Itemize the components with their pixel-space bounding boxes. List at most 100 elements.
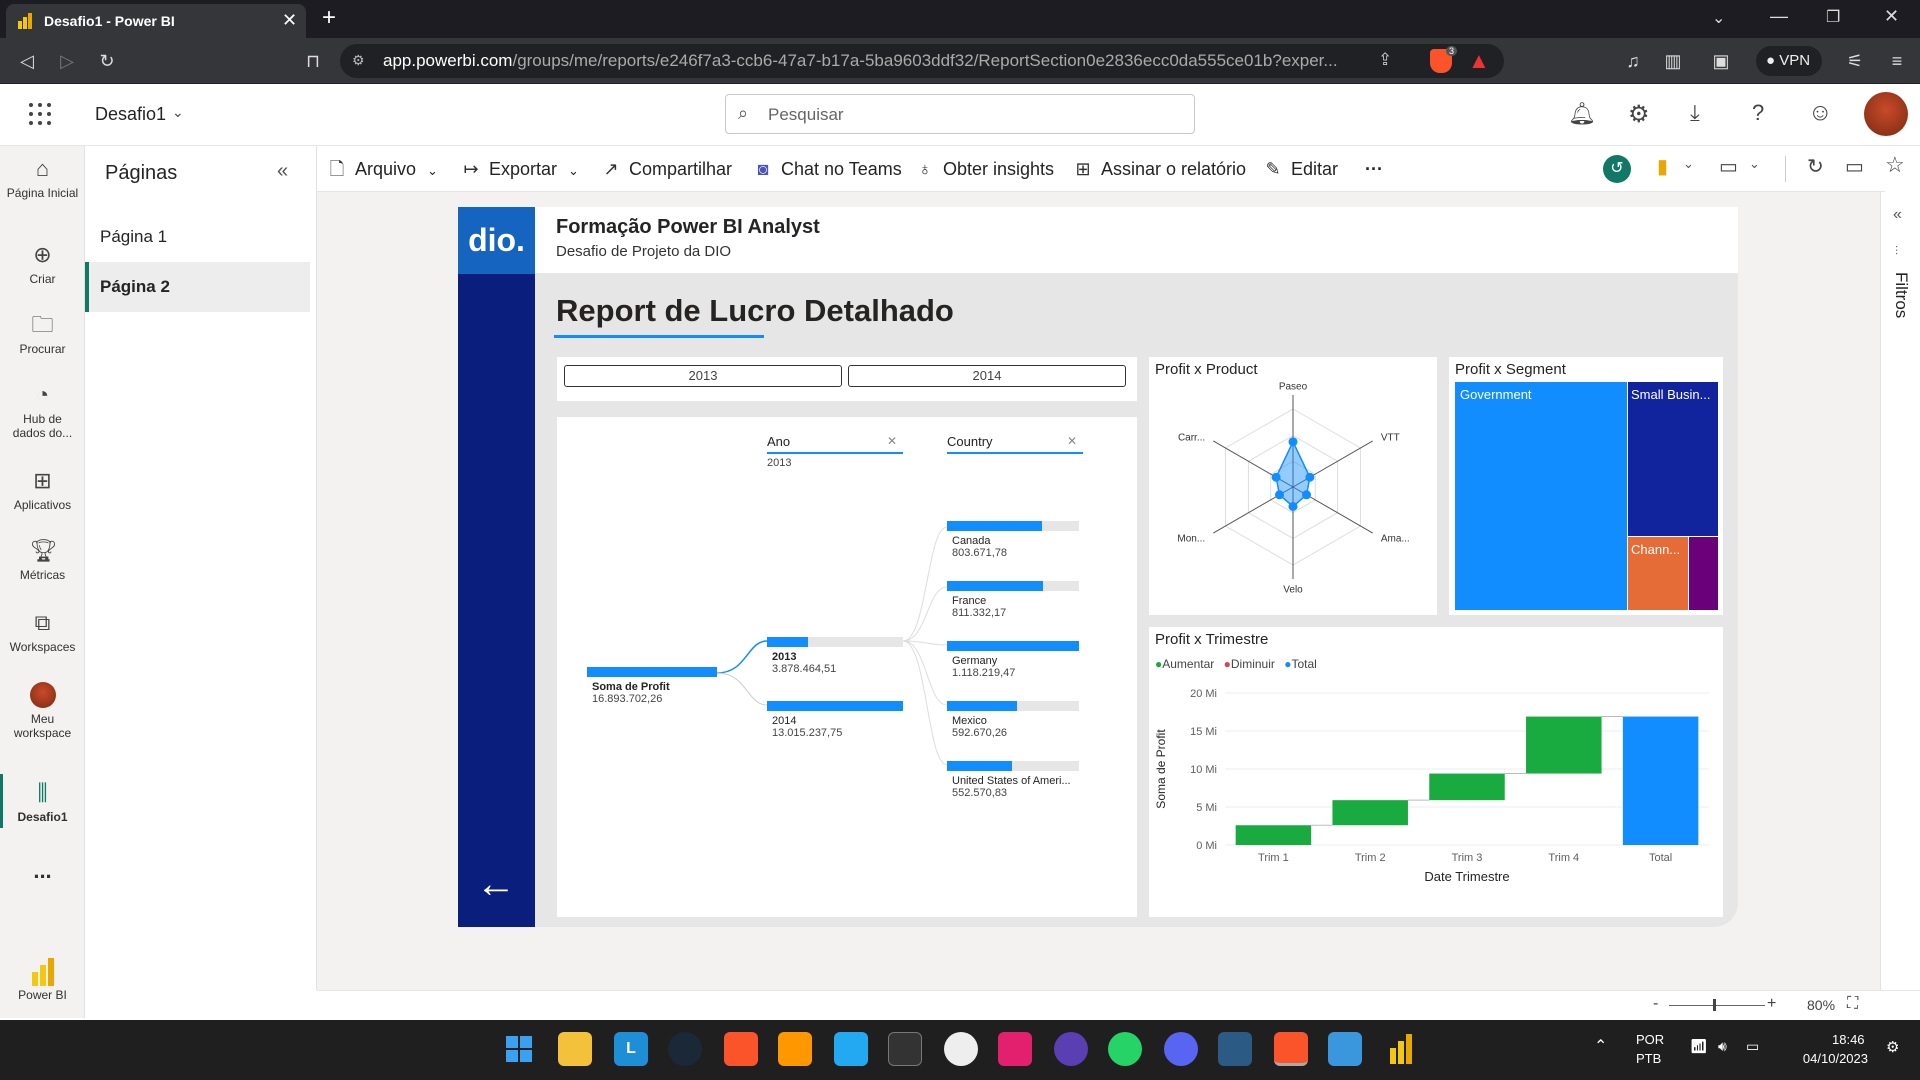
chevron-down-icon[interactable]: ⌄ [1683, 156, 1694, 172]
nav-home[interactable]: ⌂ Página Inicial [0, 156, 85, 200]
waterfall-chart[interactable]: 0 Mi 5 Mi 10 Mi 15 Mi 20 Mi Trim 1 Trim 2 Trim … [1149, 677, 1723, 917]
decomp-country-node[interactable]: France 811.332,17 [947, 581, 1079, 619]
radar-point[interactable] [1288, 437, 1298, 447]
zoom-slider-thumb[interactable] [1713, 999, 1716, 1011]
workspace-name[interactable]: Desafio1 [95, 104, 166, 125]
filters-pane[interactable]: « ⫶ Filtros [1880, 192, 1920, 990]
fit-page-icon[interactable]: ⛶ [1847, 995, 1858, 1013]
notification-center-icon[interactable]: ⚙ [1886, 1038, 1899, 1056]
chevron-down-icon[interactable]: ⌄ [1749, 156, 1760, 172]
wf-total-bar[interactable] [1622, 716, 1699, 845]
zoom-in-icon[interactable]: + [1767, 995, 1776, 1013]
decomp-year-node[interactable]: 2013 3.878.464,51 [767, 637, 903, 675]
radar-point[interactable] [1271, 472, 1281, 482]
forward-icon[interactable]: ▷ [50, 44, 84, 78]
start-icon[interactable] [502, 1032, 536, 1066]
nav-workspaces[interactable]: ⧉ Workspaces [0, 610, 85, 654]
mysql-workbench-icon[interactable] [1218, 1032, 1252, 1066]
radar-point[interactable] [1288, 502, 1298, 511]
avatar[interactable] [1864, 92, 1908, 136]
radar-point[interactable] [1305, 472, 1315, 482]
settings-icon[interactable]: ⚙ [1628, 100, 1650, 129]
page-item-2[interactable]: Página 2 [85, 262, 310, 312]
back-icon[interactable]: ◁ [10, 44, 44, 78]
close-window-icon[interactable]: ✕ [1884, 6, 1899, 27]
keyboard-layout[interactable]: PTB [1636, 1051, 1661, 1066]
insights-button[interactable]: ♁ Obter insights [913, 154, 1054, 184]
treemap-tile-small-business[interactable]: Small Busin... [1628, 382, 1718, 536]
sidebar-icon[interactable]: ▥ [1656, 44, 1690, 78]
share-icon[interactable]: ⇪ [1378, 50, 1392, 70]
app-launcher-icon[interactable] [28, 102, 52, 126]
address-bar[interactable]: ⚙ app.powerbi.com/groups/me/reports/e246… [340, 44, 1504, 78]
nav-browse[interactable]: 🗀 Procurar [0, 312, 85, 356]
site-settings-icon[interactable]: ⚙ [352, 52, 365, 69]
back-arrow-icon[interactable]: ← [476, 862, 516, 907]
decomp-country-node[interactable]: Germany 1.118.219,47 [947, 641, 1079, 679]
feedback-icon[interactable]: ☺ [1808, 99, 1833, 127]
clock-date[interactable]: 04/10/2023 [1788, 1051, 1868, 1066]
treemap-tile-channel[interactable]: Chann... [1628, 537, 1688, 610]
nav-data-hub[interactable]: ◔ Hub de dados do... [0, 382, 85, 440]
discord-icon[interactable] [1164, 1032, 1198, 1066]
decomp-year-node[interactable]: 2014 13.015.237,75 [767, 701, 903, 739]
slicer-button-2013[interactable]: 2013 [564, 365, 842, 387]
help-icon[interactable]: ? [1752, 100, 1764, 126]
decomp-country-node[interactable]: Canada 803.671,78 [947, 521, 1079, 559]
maximize-icon[interactable]: ❐ [1826, 7, 1840, 27]
treemap-tile-other[interactable] [1689, 537, 1718, 610]
nav-metrics[interactable]: 🏆︎ Métricas [0, 538, 85, 582]
notifications-icon[interactable]: 🔔︎ [1568, 101, 1596, 127]
slicer-button-2014[interactable]: 2014 [848, 365, 1126, 387]
notepad-icon[interactable] [1328, 1032, 1362, 1066]
language-code[interactable]: POR [1636, 1032, 1664, 1047]
nav-create[interactable]: ⊕ Criar [0, 242, 85, 286]
page-item-1[interactable]: Página 1 [85, 212, 310, 262]
eclipse-icon[interactable] [1054, 1032, 1088, 1066]
radar-chart[interactable]: Paseo VTT Ama... Velo Mon... Carr... [1149, 381, 1437, 615]
brave-rewards-icon[interactable]: ▲ [1468, 48, 1490, 74]
file-explorer-icon[interactable] [558, 1032, 592, 1066]
minimize-icon[interactable]: — [1770, 6, 1788, 27]
teams-chat-button[interactable]: ◙ Chat no Teams [751, 154, 902, 184]
volume-icon[interactable]: 🔊︎ [1718, 1038, 1727, 1055]
tray-chevron-icon[interactable]: ⌃ [1594, 1036, 1607, 1056]
download-icon[interactable]: ⤓ [1690, 100, 1700, 126]
media-icon[interactable]: ♫ [1616, 44, 1650, 78]
github-desktop-icon[interactable] [944, 1032, 978, 1066]
wifi-icon[interactable]: 📶︎ [1690, 1038, 1708, 1055]
chevron-down-icon[interactable]: ⌄ [172, 104, 184, 121]
decomp-root-node[interactable]: Soma de Profit 16.893.702,26 [587, 667, 717, 705]
comment-icon[interactable]: ▭ [1845, 154, 1864, 179]
zoom-out-icon[interactable]: - [1653, 995, 1658, 1013]
vpn-button[interactable]: ● VPN [1756, 46, 1822, 76]
more-options-button[interactable]: ··· [1365, 154, 1383, 184]
vscode-icon[interactable] [834, 1032, 868, 1066]
brave-icon[interactable] [724, 1032, 758, 1066]
zoom-slider[interactable] [1669, 1005, 1765, 1006]
search-input[interactable]: ⌕ Pesquisar [725, 94, 1195, 134]
nav-more[interactable]: ... [0, 858, 85, 884]
wf-bar[interactable] [1235, 825, 1312, 845]
libreoffice-icon[interactable]: L [614, 1032, 648, 1066]
expand-filters-icon[interactable]: « [1893, 206, 1902, 224]
reload-icon[interactable]: ↻ [90, 44, 124, 78]
wf-bar[interactable] [1526, 716, 1602, 774]
wf-bar[interactable] [1429, 773, 1505, 801]
radar-point[interactable] [1302, 490, 1312, 500]
nav-my-workspace[interactable]: Meu workspace [0, 682, 85, 740]
battery-icon[interactable]: ▭ [1746, 1038, 1759, 1055]
nav-desafio1[interactable]: ⫼ Desafio1 [0, 780, 85, 824]
new-tab-icon[interactable]: + [322, 4, 336, 32]
tab-list-icon[interactable]: ⌄ [1712, 8, 1725, 28]
export-menu-button[interactable]: ↦ Exportar ⌄ [459, 154, 579, 184]
radar-point[interactable] [1274, 490, 1284, 500]
edit-button[interactable]: ✎ Editar [1261, 154, 1338, 184]
collapse-pane-icon[interactable]: « [277, 160, 288, 183]
terminal-icon[interactable] [888, 1032, 922, 1066]
intellij-icon[interactable] [998, 1032, 1032, 1066]
decomp-country-node[interactable]: United States of Ameri... 552.570,83 [947, 761, 1087, 799]
bookmark-view-icon[interactable]: ▮ [1657, 154, 1668, 179]
close-tab-icon[interactable]: ✕ [282, 10, 297, 31]
decomp-country-node[interactable]: Mexico 592.670,26 [947, 701, 1079, 739]
